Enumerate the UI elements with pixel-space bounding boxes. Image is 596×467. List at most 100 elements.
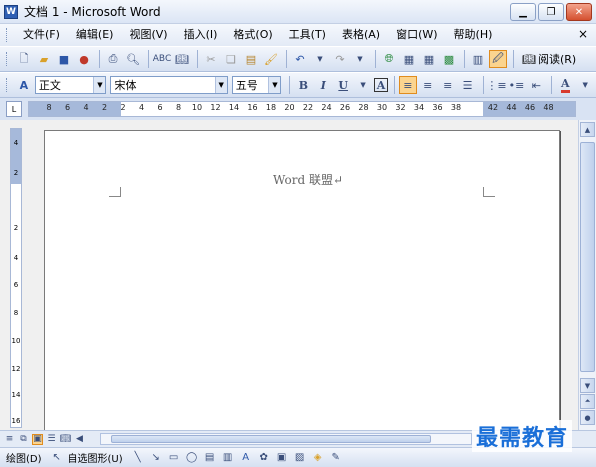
insert-table-button[interactable]: ▦ [420, 50, 438, 68]
bold-button[interactable]: B [294, 76, 312, 94]
textbox-button[interactable]: ▤ [203, 452, 217, 464]
document-close-button[interactable]: × [578, 27, 588, 41]
paste-button[interactable]: ▤ [242, 50, 260, 68]
align-center-button[interactable]: ≡ [419, 76, 437, 94]
decrease-indent-button[interactable]: ⇤ [527, 76, 545, 94]
numbered-list-icon: ⋮≡ [486, 78, 507, 92]
outline-view-button[interactable]: ☰ [46, 434, 57, 445]
toolbar-grip[interactable] [6, 52, 9, 66]
read-mode-button[interactable]: 📖︎ 阅读(R) [518, 51, 580, 67]
vertical-textbox-button[interactable]: ▥ [221, 452, 235, 464]
document-text[interactable]: Word 联盟↵ [273, 171, 343, 188]
font-size-dropdown[interactable]: 五号 ▼ [231, 76, 282, 94]
reading-view-icon: 📖︎ [59, 434, 72, 444]
bullets-button[interactable]: •≡ [508, 76, 526, 94]
tab-selector[interactable]: L [6, 101, 22, 117]
print-preview-button[interactable]: 🔍︎ [124, 50, 142, 68]
research-button[interactable]: 📖︎ [173, 50, 191, 68]
menu-table[interactable]: 表格(A) [334, 25, 388, 45]
menu-window[interactable]: 窗口(W) [388, 25, 445, 45]
oval-button[interactable]: ◯ [185, 452, 199, 464]
copy-icon: ❏ [226, 52, 236, 66]
menu-insert[interactable]: 插入(I) [176, 25, 226, 45]
font-color-button[interactable]: A [556, 76, 574, 94]
menu-help[interactable]: 帮助(H) [446, 25, 501, 45]
font-color-dropdown[interactable]: ▼ [576, 76, 594, 94]
insert-excel-button[interactable]: ▩ [440, 50, 458, 68]
ruler-tick-label: 16 [247, 103, 258, 112]
cut-button[interactable]: ✂ [202, 50, 220, 68]
align-left-button[interactable]: ≡ [398, 76, 417, 94]
underline-button[interactable]: U [334, 76, 352, 94]
columns-button[interactable]: ▥ [469, 50, 487, 68]
picture-button[interactable]: ▨ [293, 452, 307, 464]
character-border-button[interactable]: A [374, 78, 388, 92]
horizontal-ruler[interactable]: 8 6 4 2 2 4 6 8 10 12 14 16 18 20 22 24 26 28 30 32 34 36 38 42… [28, 101, 576, 117]
menu-tools[interactable]: 工具(T) [281, 25, 334, 45]
reading-view-button[interactable]: 📖︎ [60, 434, 71, 445]
numbering-button[interactable]: ⋮≡ [486, 76, 507, 94]
select-browse-object-button[interactable]: ● [580, 410, 595, 425]
arrow-icon: ↘ [151, 452, 160, 463]
close-button[interactable]: ✕ [566, 3, 592, 21]
underline-dropdown[interactable]: ▼ [354, 76, 372, 94]
align-right-button[interactable]: ≡ [439, 76, 457, 94]
autoshapes-button[interactable]: 自选图形(U) [68, 450, 123, 465]
document-page[interactable]: Word 联盟↵ [44, 130, 560, 440]
tables-borders-button[interactable]: ▦ [400, 50, 418, 68]
print-button[interactable]: ⎙ [104, 50, 122, 68]
toolbar-grip[interactable] [6, 78, 9, 92]
select-objects-button[interactable]: ↖ [50, 452, 64, 464]
horizontal-scroll-track[interactable] [100, 433, 472, 445]
style-dropdown[interactable]: 正文 ▼ [34, 76, 107, 94]
redo-dropdown[interactable]: ▼ [351, 50, 369, 68]
spelling-button[interactable]: ABC [153, 50, 171, 68]
vertical-scrollbar[interactable]: ▲ ▼ ⏶ ● [578, 120, 596, 430]
fill-color-button[interactable]: ◈ [311, 452, 325, 464]
line-button[interactable]: ╲ [131, 452, 145, 464]
styles-formatting-button[interactable]: A [15, 76, 33, 94]
menu-edit[interactable]: 编辑(E) [68, 25, 122, 45]
justify-button[interactable]: ☰ [459, 76, 477, 94]
scroll-up-button[interactable]: ▲ [580, 122, 595, 137]
arrow-button[interactable]: ↘ [149, 452, 163, 464]
permission-button[interactable]: ● [75, 50, 93, 68]
italic-button[interactable]: I [314, 76, 332, 94]
vertical-ruler[interactable]: 4 2 2 4 6 8 10 12 14 16 [10, 128, 22, 428]
print-layout-button[interactable]: ▣ [32, 433, 43, 445]
copy-button[interactable]: ❏ [222, 50, 240, 68]
undo-dropdown[interactable]: ▼ [311, 50, 329, 68]
font-dropdown[interactable]: 宋体 ▼ [110, 76, 228, 94]
horizontal-scroll-thumb[interactable] [111, 435, 431, 443]
vertical-scroll-thumb[interactable] [580, 142, 595, 372]
open-button[interactable]: ▰ [35, 50, 53, 68]
draw-menu-button[interactable]: 绘图(D) [6, 450, 42, 465]
save-button[interactable]: ■ [55, 50, 73, 68]
new-document-button[interactable]: 🗋 [15, 50, 33, 68]
undo-button[interactable]: ↶ [291, 50, 309, 68]
rectangle-button[interactable]: ▭ [167, 452, 181, 464]
wordart-button[interactable]: A [239, 452, 253, 464]
toolbar-grip[interactable] [6, 28, 9, 42]
menu-format[interactable]: 格式(O) [225, 25, 280, 45]
menu-view[interactable]: 视图(V) [121, 25, 175, 45]
previous-page-button[interactable]: ⏶ [580, 394, 595, 409]
web-view-button[interactable]: ⧉ [18, 434, 29, 445]
format-painter-button[interactable]: 🖌︎ [262, 50, 280, 68]
drawing-toggle-button[interactable]: 🖉︎ [489, 50, 507, 68]
hyperlink-button[interactable]: 🌐︎ [380, 50, 398, 68]
normal-view-button[interactable]: ≡ [4, 434, 15, 445]
scroll-down-button[interactable]: ▼ [580, 378, 595, 393]
minimize-button[interactable]: ▁ [510, 3, 536, 21]
hyperlink-icon: 🌐︎ [384, 52, 394, 65]
line-color-button[interactable]: ✎ [329, 452, 343, 464]
scroll-left-button[interactable]: ◀ [74, 434, 85, 445]
align-center-icon: ≡ [423, 78, 433, 92]
redo-button[interactable]: ↷ [331, 50, 349, 68]
diagram-button[interactable]: ✿ [257, 452, 271, 464]
clipart-button[interactable]: ▣ [275, 452, 289, 464]
ruler-tick-label: 44 [506, 103, 517, 112]
vertical-ruler-tick-label: 16 [11, 417, 21, 425]
restore-button[interactable]: ❐ [538, 3, 564, 21]
menu-file[interactable]: 文件(F) [15, 25, 68, 45]
